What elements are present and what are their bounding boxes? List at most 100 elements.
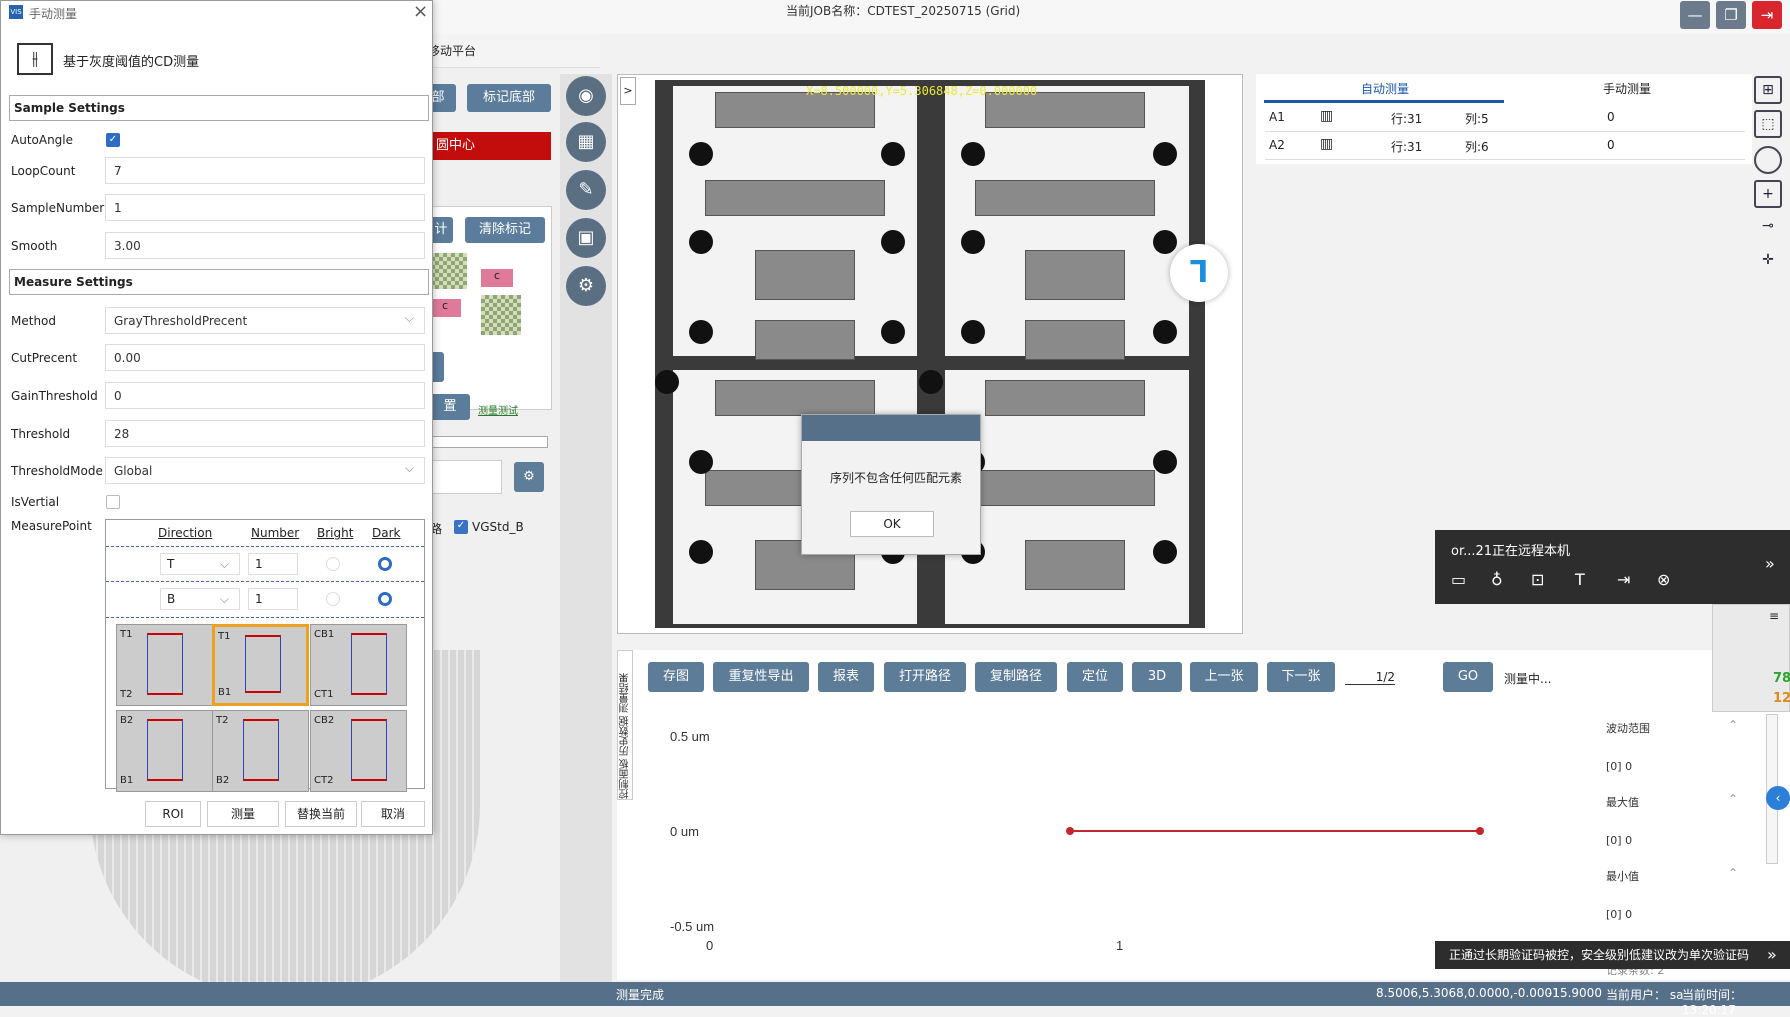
dark-radio[interactable]	[378, 557, 392, 571]
mode-tile[interactable]: CB2 CT2	[310, 710, 407, 792]
number-input[interactable]: 1	[248, 553, 298, 575]
page-indicator: 1/2	[1345, 670, 1395, 685]
bright-radio[interactable]	[326, 592, 340, 606]
y-tick-label: -0.5 um	[670, 919, 714, 934]
image-icon[interactable]: ▣	[566, 218, 606, 258]
collapse-icon[interactable]: ⌃	[1728, 718, 1738, 732]
save-image-button[interactable]: 存图	[648, 662, 704, 692]
tile-label: T2	[120, 689, 133, 700]
disconnect-icon[interactable]: ⊗	[1657, 570, 1670, 589]
collapse-button[interactable]: »	[1765, 554, 1775, 573]
wafer-grid-icon[interactable]: ▦	[566, 122, 606, 162]
repeatability-export-button[interactable]: 重复性导出	[713, 662, 809, 692]
crosshair-icon[interactable]: ✛	[1754, 248, 1782, 276]
fit-view-icon[interactable]: ⬚	[1754, 110, 1782, 138]
cancel-button[interactable]: 取消	[361, 801, 425, 827]
expand-side-icon[interactable]: ‹	[1766, 786, 1790, 810]
vgstd-checkbox[interactable]: ✓	[454, 520, 468, 534]
collapse-icon[interactable]: ⌃	[1728, 866, 1738, 880]
loopcount-input[interactable]: 7	[105, 157, 425, 184]
gainthreshold-input[interactable]: 0	[105, 382, 425, 409]
tab-auto-measure[interactable]: 自动测量	[1325, 80, 1445, 97]
line-tool-icon[interactable]: ⊸	[1754, 214, 1782, 242]
replace-current-button[interactable]: 替换当前	[285, 801, 357, 827]
screen-icon[interactable]: ⊡	[1531, 570, 1544, 589]
vertical-toolbar	[560, 74, 612, 994]
prev-button[interactable]: 上一张	[1190, 662, 1258, 692]
circle-center-button[interactable]: 圆中心	[430, 132, 551, 160]
method-value: GrayThresholdPrecent	[114, 314, 248, 328]
samplenumber-input[interactable]: 1	[105, 194, 425, 221]
settings-gear-icon[interactable]: ⚙	[514, 462, 544, 492]
smooth-input[interactable]: 3.00	[105, 232, 425, 259]
collapse-icon[interactable]: ⌃	[1728, 792, 1738, 806]
maximize-button[interactable]: ❐	[1716, 1, 1746, 29]
tile-graphic	[147, 633, 183, 695]
next-button[interactable]: 下一张	[1267, 662, 1335, 692]
chat-icon[interactable]: ▭	[1451, 570, 1466, 589]
dialog-close-button[interactable]: ×	[413, 1, 428, 22]
thresholdmode-select[interactable]: Global	[105, 457, 425, 484]
mode-tile[interactable]: B2 B1	[116, 710, 213, 792]
exit-button[interactable]: ⇥	[1752, 1, 1782, 29]
direction-select[interactable]: T	[160, 553, 240, 575]
table-row[interactable]: A1 ▥ 行:31 列:5 0	[1265, 104, 1745, 132]
zoom-in-icon[interactable]: +	[1754, 180, 1782, 208]
network-settings-icon[interactable]: ⚙	[566, 266, 606, 306]
table-row[interactable]: A2 ▥ 行:31 列:6 0	[1265, 132, 1745, 160]
tab-moving-platform[interactable]: 移动平台	[428, 42, 476, 59]
scrollbar[interactable]	[430, 436, 548, 448]
tile-graphic	[351, 719, 387, 781]
mode-tile[interactable]: T2 B2	[212, 710, 309, 792]
camera-icon[interactable]: ◉	[566, 76, 606, 116]
dark-radio[interactable]	[378, 592, 392, 606]
measure-button[interactable]: 测量	[207, 801, 279, 827]
menu-icon[interactable]: ≡	[1769, 609, 1779, 623]
roi-button[interactable]: ROI	[145, 801, 201, 827]
clear-marks-button[interactable]: 清除标记	[465, 217, 545, 243]
mode-tile[interactable]: T1 T2	[116, 624, 213, 706]
side-tabs[interactable]: 控制面板 历史数据 测量结果	[617, 650, 633, 800]
mark-bottom-button[interactable]: 标记底部	[467, 84, 551, 112]
minimize-button[interactable]: —	[1680, 1, 1710, 29]
data-point[interactable]	[1476, 827, 1484, 835]
cutprecent-label: CutPrecent	[11, 351, 78, 365]
threshold-input[interactable]: 28	[105, 420, 425, 447]
measure-tool-icon[interactable]: ⊞	[1754, 76, 1782, 104]
method-select[interactable]: GrayThresholdPrecent	[105, 307, 425, 334]
direction-select[interactable]: B	[160, 588, 240, 610]
mode-tile[interactable]: CB1 CT1	[310, 624, 407, 706]
input-box[interactable]	[430, 460, 502, 494]
text-icon[interactable]: T	[1575, 570, 1585, 589]
open-path-button[interactable]: 打开路径	[884, 662, 966, 692]
autoangle-checkbox[interactable]: ✓	[106, 133, 120, 147]
status-time: 当前时间： 13:20:17	[1682, 988, 1743, 1017]
isvertial-checkbox[interactable]	[106, 495, 120, 509]
measure-test-link[interactable]: 测量测试	[478, 402, 518, 417]
report-button[interactable]: 报表	[818, 662, 874, 692]
go-button[interactable]: GO	[1443, 662, 1493, 692]
ruler-icon[interactable]: ✎	[566, 170, 606, 210]
cutprecent-input[interactable]: 0.00	[105, 344, 425, 371]
measure-row[interactable]: T 1	[106, 546, 424, 582]
direction-value: T	[167, 557, 175, 571]
number-input[interactable]: 1	[248, 588, 298, 610]
copy-path-button[interactable]: 复制路径	[975, 662, 1057, 692]
set-button[interactable]: 置	[430, 394, 470, 420]
microphone-icon[interactable]: ♁	[1491, 570, 1503, 589]
circle-tool-icon[interactable]	[1754, 146, 1782, 174]
measure-row[interactable]: B 1	[106, 582, 424, 618]
row-value: 0	[1607, 138, 1615, 152]
data-point[interactable]	[1066, 827, 1074, 835]
remote-app-icon[interactable]: ᒣ	[1170, 244, 1228, 302]
toast-collapse[interactable]: »	[1767, 941, 1777, 969]
3d-button[interactable]: 3D	[1132, 662, 1182, 692]
bright-radio[interactable]	[326, 557, 340, 571]
tab-manual-measure[interactable]: 手动测量	[1567, 80, 1687, 97]
ok-button[interactable]: OK	[850, 511, 934, 537]
mode-tile-selected[interactable]: T1 B1	[212, 624, 309, 706]
col-index: 列:5	[1465, 112, 1489, 126]
file-transfer-icon[interactable]: ⇥	[1617, 570, 1630, 589]
locate-button[interactable]: 定位	[1067, 662, 1123, 692]
expand-button[interactable]: >	[620, 77, 636, 105]
